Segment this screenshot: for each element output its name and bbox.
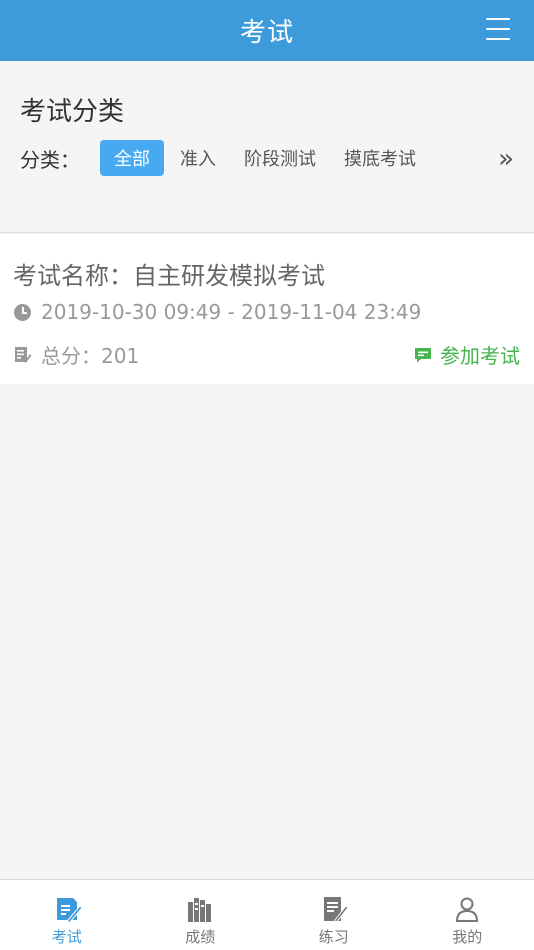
score-icon: [188, 898, 212, 922]
menu-button[interactable]: [486, 18, 510, 40]
category-label: 分类：: [20, 147, 80, 172]
page-title: 考试: [239, 18, 294, 48]
top-header: 考试: [0, 0, 534, 61]
exam-icon: [56, 898, 82, 924]
exam-name: 考试名称：自主研发模拟考试: [13, 262, 325, 290]
exam-time-range: 2019-10-30 09:49 - 2019-11-04 23:49: [41, 300, 422, 324]
tab-score[interactable]: 成绩: [134, 880, 268, 950]
tab-exam[interactable]: 考试: [0, 880, 134, 950]
tab-label: 我的: [452, 928, 483, 946]
category-section-title: 考试分类: [20, 97, 125, 127]
category-more-icon[interactable]: »: [498, 144, 514, 174]
exam-total-score: 总分：201: [41, 344, 140, 368]
join-exam-label: 参加考试: [440, 344, 520, 368]
practice-icon: [323, 897, 349, 923]
tab-practice[interactable]: 练习: [267, 880, 401, 950]
exam-time-row: 2019-10-30 09:49 - 2019-11-04 23:49: [14, 300, 421, 324]
category-filter-row: 分类： 全部 准入 阶段测试 摸底考试 »: [20, 140, 514, 176]
profile-icon: [456, 897, 479, 922]
tab-label: 考试: [51, 928, 82, 946]
exam-card: 考试名称：自主研发模拟考试 2019-10-30 09:49 - 2019-11…: [0, 234, 534, 384]
category-item-admission[interactable]: 准入: [166, 140, 230, 176]
tab-label: 成绩: [185, 928, 216, 946]
menu-icon-line: [486, 28, 510, 30]
exam-score-row: 总分：201: [14, 340, 139, 369]
tab-label: 练习: [318, 928, 349, 946]
category-item-placement-test[interactable]: 摸底考试: [330, 140, 430, 176]
menu-icon-line: [486, 18, 510, 20]
clock-icon: [14, 303, 31, 321]
join-exam-button[interactable]: 参加考试: [414, 340, 520, 369]
document-edit-icon: [15, 346, 32, 363]
tab-profile[interactable]: 我的: [401, 880, 534, 950]
menu-icon-line: [486, 38, 510, 40]
chat-icon: [415, 347, 431, 362]
category-item-all[interactable]: 全部: [100, 140, 164, 176]
bottom-tab-bar: 考试 成绩 练习 我的: [0, 879, 534, 950]
category-item-stage-test[interactable]: 阶段测试: [230, 140, 330, 176]
category-section: 考试分类 分类： 全部 准入 阶段测试 摸底考试 »: [0, 61, 534, 233]
